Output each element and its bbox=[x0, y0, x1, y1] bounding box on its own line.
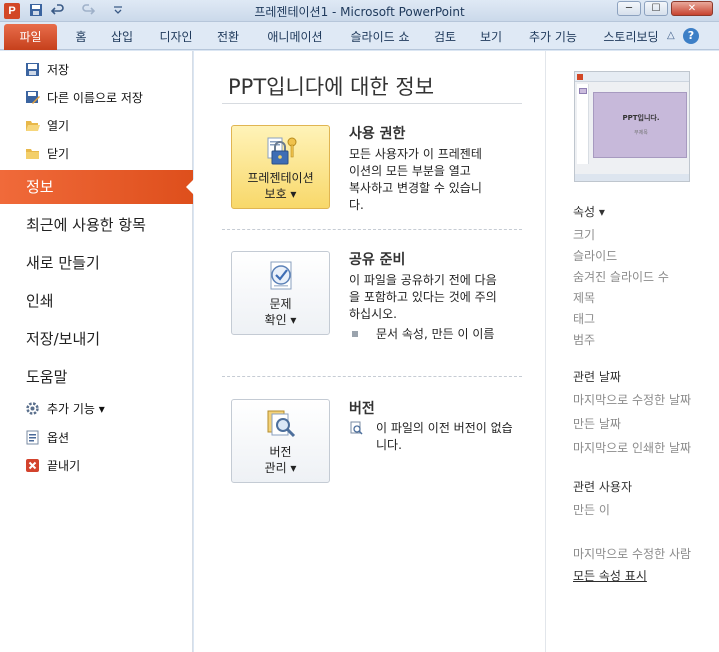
thumb-toolbar bbox=[575, 72, 689, 82]
presentation-thumbnail[interactable]: PPT입니다. 부제목 bbox=[574, 71, 690, 182]
nav-exit-label: 끝내기 bbox=[47, 459, 81, 473]
options-icon bbox=[25, 430, 40, 445]
people-last-modified-by: 마지막으로 수정한 사람 bbox=[573, 547, 692, 561]
property-slides: 슬라이드 bbox=[573, 249, 618, 263]
check-issues-button[interactable]: 문제 확인 ▾ bbox=[231, 251, 330, 335]
thumb-mini-slide bbox=[579, 88, 587, 94]
window-title: 프레젠테이션1 - Microsoft PowerPoint bbox=[254, 5, 465, 19]
checklist-icon bbox=[263, 258, 299, 294]
property-title[interactable]: 제목 bbox=[573, 289, 595, 306]
prepare-bullet-text: 문서 속성, 만든 이 이름 bbox=[376, 327, 495, 341]
property-size: 크기 bbox=[573, 228, 596, 242]
nav-save-as-label: 다른 이름으로 저장 bbox=[47, 91, 143, 105]
protect-button-line2: 보호 ▾ bbox=[264, 187, 297, 201]
protect-button-line1: 프레젠테이션 bbox=[247, 171, 314, 185]
lock-key-icon bbox=[263, 132, 299, 168]
prepare-heading: 공유 준비 bbox=[349, 252, 406, 268]
thumb-slide: PPT입니다. 부제목 bbox=[593, 92, 687, 158]
property-tags[interactable]: 태그 bbox=[573, 310, 595, 327]
people-author: 만든 이 bbox=[573, 503, 610, 517]
nav-open-label: 열기 bbox=[47, 119, 70, 133]
nav-info[interactable]: 정보 bbox=[0, 170, 194, 204]
bullet-square-icon bbox=[352, 331, 358, 337]
minimize-button[interactable]: ─ bbox=[617, 1, 641, 16]
title-bar: P 프레젠테이션1 - Microsoft PowerPoint ─ ☐ ✕ bbox=[0, 0, 719, 22]
tab-home[interactable]: 홈 bbox=[66, 27, 96, 49]
tab-design[interactable]: 디자인 bbox=[151, 27, 201, 49]
manage-versions-button[interactable]: 버전 관리 ▾ bbox=[231, 399, 330, 483]
title-divider bbox=[222, 103, 522, 104]
tab-animations[interactable]: 애니메이션 bbox=[258, 27, 332, 49]
ribbon-tabs: 파일 홈 삽입 디자인 전환 애니메이션 슬라이드 쇼 검토 보기 추가 기능 … bbox=[0, 22, 719, 50]
tab-add-ins[interactable]: 추가 기능 bbox=[523, 27, 583, 49]
property-hidden-slides: 숨겨진 슬라이드 수 bbox=[573, 270, 669, 284]
properties-panel: PPT입니다. 부제목 속성 ▾ 크기 슬라이드 숨겨진 슬라이드 수 제목 태… bbox=[545, 51, 719, 652]
thumb-slide-title: PPT입니다. bbox=[622, 114, 660, 122]
maximize-button[interactable]: ☐ bbox=[644, 1, 668, 16]
check-issues-line2: 확인 ▾ bbox=[264, 313, 297, 327]
properties-dropdown[interactable]: 속성 ▾ bbox=[573, 203, 605, 220]
check-issues-line1: 문제 bbox=[269, 297, 292, 311]
thumb-status-bar bbox=[575, 174, 689, 181]
versions-magnifier-icon bbox=[263, 406, 299, 442]
related-dates-heading: 관련 날짜 bbox=[573, 370, 621, 384]
close-window-button[interactable]: ✕ bbox=[671, 1, 713, 16]
permissions-text: 모든 사용자가 이 프레젠테이션의 모든 부분을 열고 복사하고 변경할 수 있… bbox=[349, 147, 482, 212]
prepare-text: 이 파일을 공유하기 전에 다음을 포함하고 있다는 것에 주의하십시오. bbox=[349, 273, 497, 321]
tab-storyboarding[interactable]: 스토리보딩 bbox=[598, 27, 664, 49]
versions-button-line2: 관리 ▾ bbox=[264, 461, 297, 475]
help-icon[interactable]: ? bbox=[683, 28, 699, 44]
tab-view[interactable]: 보기 bbox=[473, 27, 509, 49]
nav-info-label: 정보 bbox=[26, 178, 54, 196]
addins-icon bbox=[25, 401, 40, 416]
versions-heading: 버전 bbox=[349, 401, 375, 417]
save-icon bbox=[25, 62, 40, 77]
versions-button-line1: 버전 bbox=[269, 445, 292, 459]
date-last-printed: 마지막으로 인쇄한 날짜 bbox=[573, 441, 692, 455]
nav-add-ins-label: 추가 기능 ▾ bbox=[47, 402, 105, 416]
nav-help[interactable]: 도움말 bbox=[0, 360, 193, 394]
tab-review[interactable]: 검토 bbox=[427, 27, 463, 49]
close-folder-icon bbox=[25, 146, 40, 161]
property-categories[interactable]: 범주 bbox=[573, 331, 595, 348]
prepare-bullet: 문서 속성, 만든 이 이름 bbox=[349, 326, 529, 362]
section-divider bbox=[222, 376, 522, 377]
tab-file[interactable]: 파일 bbox=[4, 24, 57, 50]
nav-close-label: 닫기 bbox=[47, 147, 70, 161]
active-indicator bbox=[186, 179, 194, 195]
tab-slide-show[interactable]: 슬라이드 쇼 bbox=[342, 27, 418, 49]
related-people-heading: 관련 사용자 bbox=[573, 480, 633, 494]
date-created: 만든 날짜 bbox=[573, 417, 621, 431]
version-doc-icon bbox=[349, 421, 363, 435]
nav-options-label: 옵션 bbox=[47, 431, 70, 445]
tab-transitions[interactable]: 전환 bbox=[208, 27, 248, 49]
nav-recent[interactable]: 최근에 사용한 항목 bbox=[0, 208, 193, 242]
thumb-app-icon bbox=[577, 74, 583, 80]
open-folder-icon bbox=[25, 118, 40, 133]
thumb-slide-pane bbox=[577, 84, 589, 164]
protect-presentation-button[interactable]: 프레젠테이션 보호 ▾ bbox=[231, 125, 330, 209]
nav-save-label: 저장 bbox=[47, 63, 70, 77]
nav-print[interactable]: 인쇄 bbox=[0, 284, 193, 318]
nav-save-send[interactable]: 저장/보내기 bbox=[0, 322, 193, 356]
info-panel: PPT입니다에 대한 정보 프레젠테이션 보호 ▾ 사용 권한 모든 사용자가 … bbox=[194, 51, 545, 652]
minimize-ribbon-icon[interactable]: △ bbox=[667, 30, 675, 41]
nav-new[interactable]: 새로 만들기 bbox=[0, 246, 193, 280]
date-last-modified: 마지막으로 수정한 날짜 bbox=[573, 393, 692, 407]
show-all-properties-link[interactable]: 모든 속성 표시 bbox=[573, 567, 647, 584]
save-as-icon bbox=[25, 90, 40, 105]
versions-text: 이 파일의 이전 버전이 없습니다. bbox=[376, 421, 513, 452]
tab-insert[interactable]: 삽입 bbox=[103, 27, 141, 49]
page-title: PPT입니다에 대한 정보 bbox=[228, 75, 435, 99]
exit-icon bbox=[25, 458, 40, 473]
thumb-slide-subtitle: 부제목 bbox=[634, 130, 648, 136]
backstage-nav: 저장 다른 이름으로 저장 열기 닫기 정보 최근에 사용한 항목 새로 만들기… bbox=[0, 51, 194, 652]
permissions-heading: 사용 권한 bbox=[349, 126, 406, 142]
section-divider bbox=[222, 229, 522, 230]
